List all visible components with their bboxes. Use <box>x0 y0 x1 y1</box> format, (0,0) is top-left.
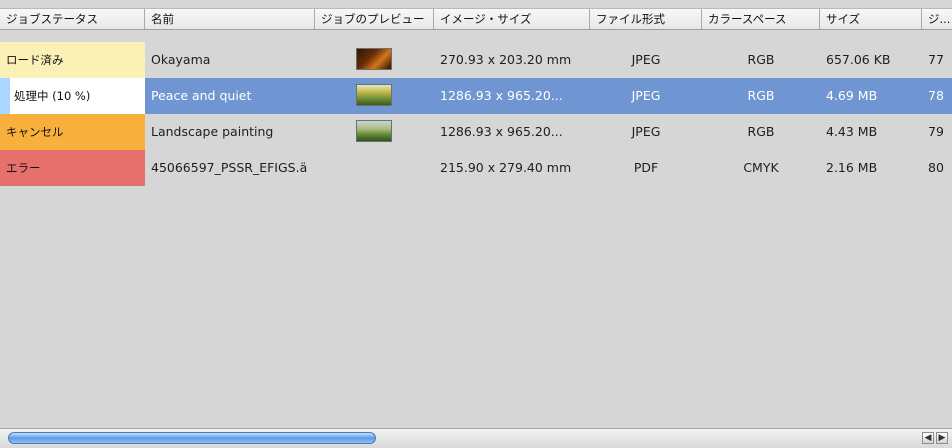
table-row[interactable]: ロード済み Okayama 270.93 x 203.20 mm JPEG RG… <box>0 42 952 78</box>
column-header-name[interactable]: 名前 <box>145 9 315 29</box>
table-row[interactable]: エラー 45066597_PSSR_EFIGS.ä 215.90 x 279.4… <box>0 150 952 186</box>
file-format: JPEG <box>631 88 661 103</box>
job-id: 78 <box>928 88 944 103</box>
table-row-selected[interactable]: 処理中 (10 %) Peace and quiet 1286.93 x 965… <box>0 78 952 114</box>
job-name: Okayama <box>151 52 211 67</box>
image-size: 1286.93 x 965.20... <box>440 124 563 139</box>
file-size: 2.16 MB <box>826 160 878 175</box>
chevron-left-icon: ◀ <box>924 433 932 443</box>
column-header-more[interactable]: ジ... <box>922 9 952 29</box>
column-header-color-space[interactable]: カラースペース <box>702 9 820 29</box>
horizontal-scrollbar[interactable]: ◀ ▶ <box>0 428 952 448</box>
image-size: 215.90 x 279.40 mm <box>440 160 572 175</box>
status-badge: ロード済み <box>0 42 145 78</box>
photo-thumbnail-icon <box>356 84 392 106</box>
photo-thumbnail-icon <box>356 120 392 142</box>
table-header: ジョブステータス 名前 ジョブのプレビュー イメージ・サイズ ファイル形式 カラ… <box>0 8 952 30</box>
scrollbar-thumb[interactable] <box>8 432 376 444</box>
column-header-status[interactable]: ジョブステータス <box>0 9 145 29</box>
job-id: 80 <box>928 160 944 175</box>
status-badge: キャンセル <box>0 114 145 150</box>
file-size: 4.69 MB <box>826 88 878 103</box>
column-header-file-format[interactable]: ファイル形式 <box>590 9 702 29</box>
scroll-right-button[interactable]: ▶ <box>936 432 948 444</box>
job-name: Peace and quiet <box>151 88 252 103</box>
column-header-size[interactable]: サイズ <box>820 9 922 29</box>
file-format: PDF <box>633 160 659 175</box>
image-size: 1286.93 x 965.20... <box>440 88 563 103</box>
file-size: 657.06 KB <box>826 52 891 67</box>
file-size: 4.43 MB <box>826 124 878 139</box>
photo-thumbnail-icon <box>356 48 392 70</box>
status-badge: エラー <box>0 150 145 186</box>
image-size: 270.93 x 203.20 mm <box>440 52 572 67</box>
chevron-right-icon: ▶ <box>938 433 946 443</box>
column-header-preview[interactable]: ジョブのプレビュー <box>315 9 434 29</box>
scroll-left-button[interactable]: ◀ <box>922 432 934 444</box>
color-space: RGB <box>747 52 775 67</box>
job-list-table: ジョブステータス 名前 ジョブのプレビュー イメージ・サイズ ファイル形式 カラ… <box>0 0 952 428</box>
color-space: CMYK <box>743 160 779 175</box>
status-badge: 処理中 (10 %) <box>0 78 145 114</box>
job-name: 45066597_PSSR_EFIGS.ä <box>151 160 308 175</box>
column-header-image-size[interactable]: イメージ・サイズ <box>434 9 590 29</box>
file-format: JPEG <box>631 124 661 139</box>
color-space: RGB <box>747 88 775 103</box>
job-id: 77 <box>928 52 944 67</box>
file-format: JPEG <box>631 52 661 67</box>
color-space: RGB <box>747 124 775 139</box>
job-id: 79 <box>928 124 944 139</box>
table-row[interactable]: キャンセル Landscape painting 1286.93 x 965.2… <box>0 114 952 150</box>
job-name: Landscape painting <box>151 124 274 139</box>
